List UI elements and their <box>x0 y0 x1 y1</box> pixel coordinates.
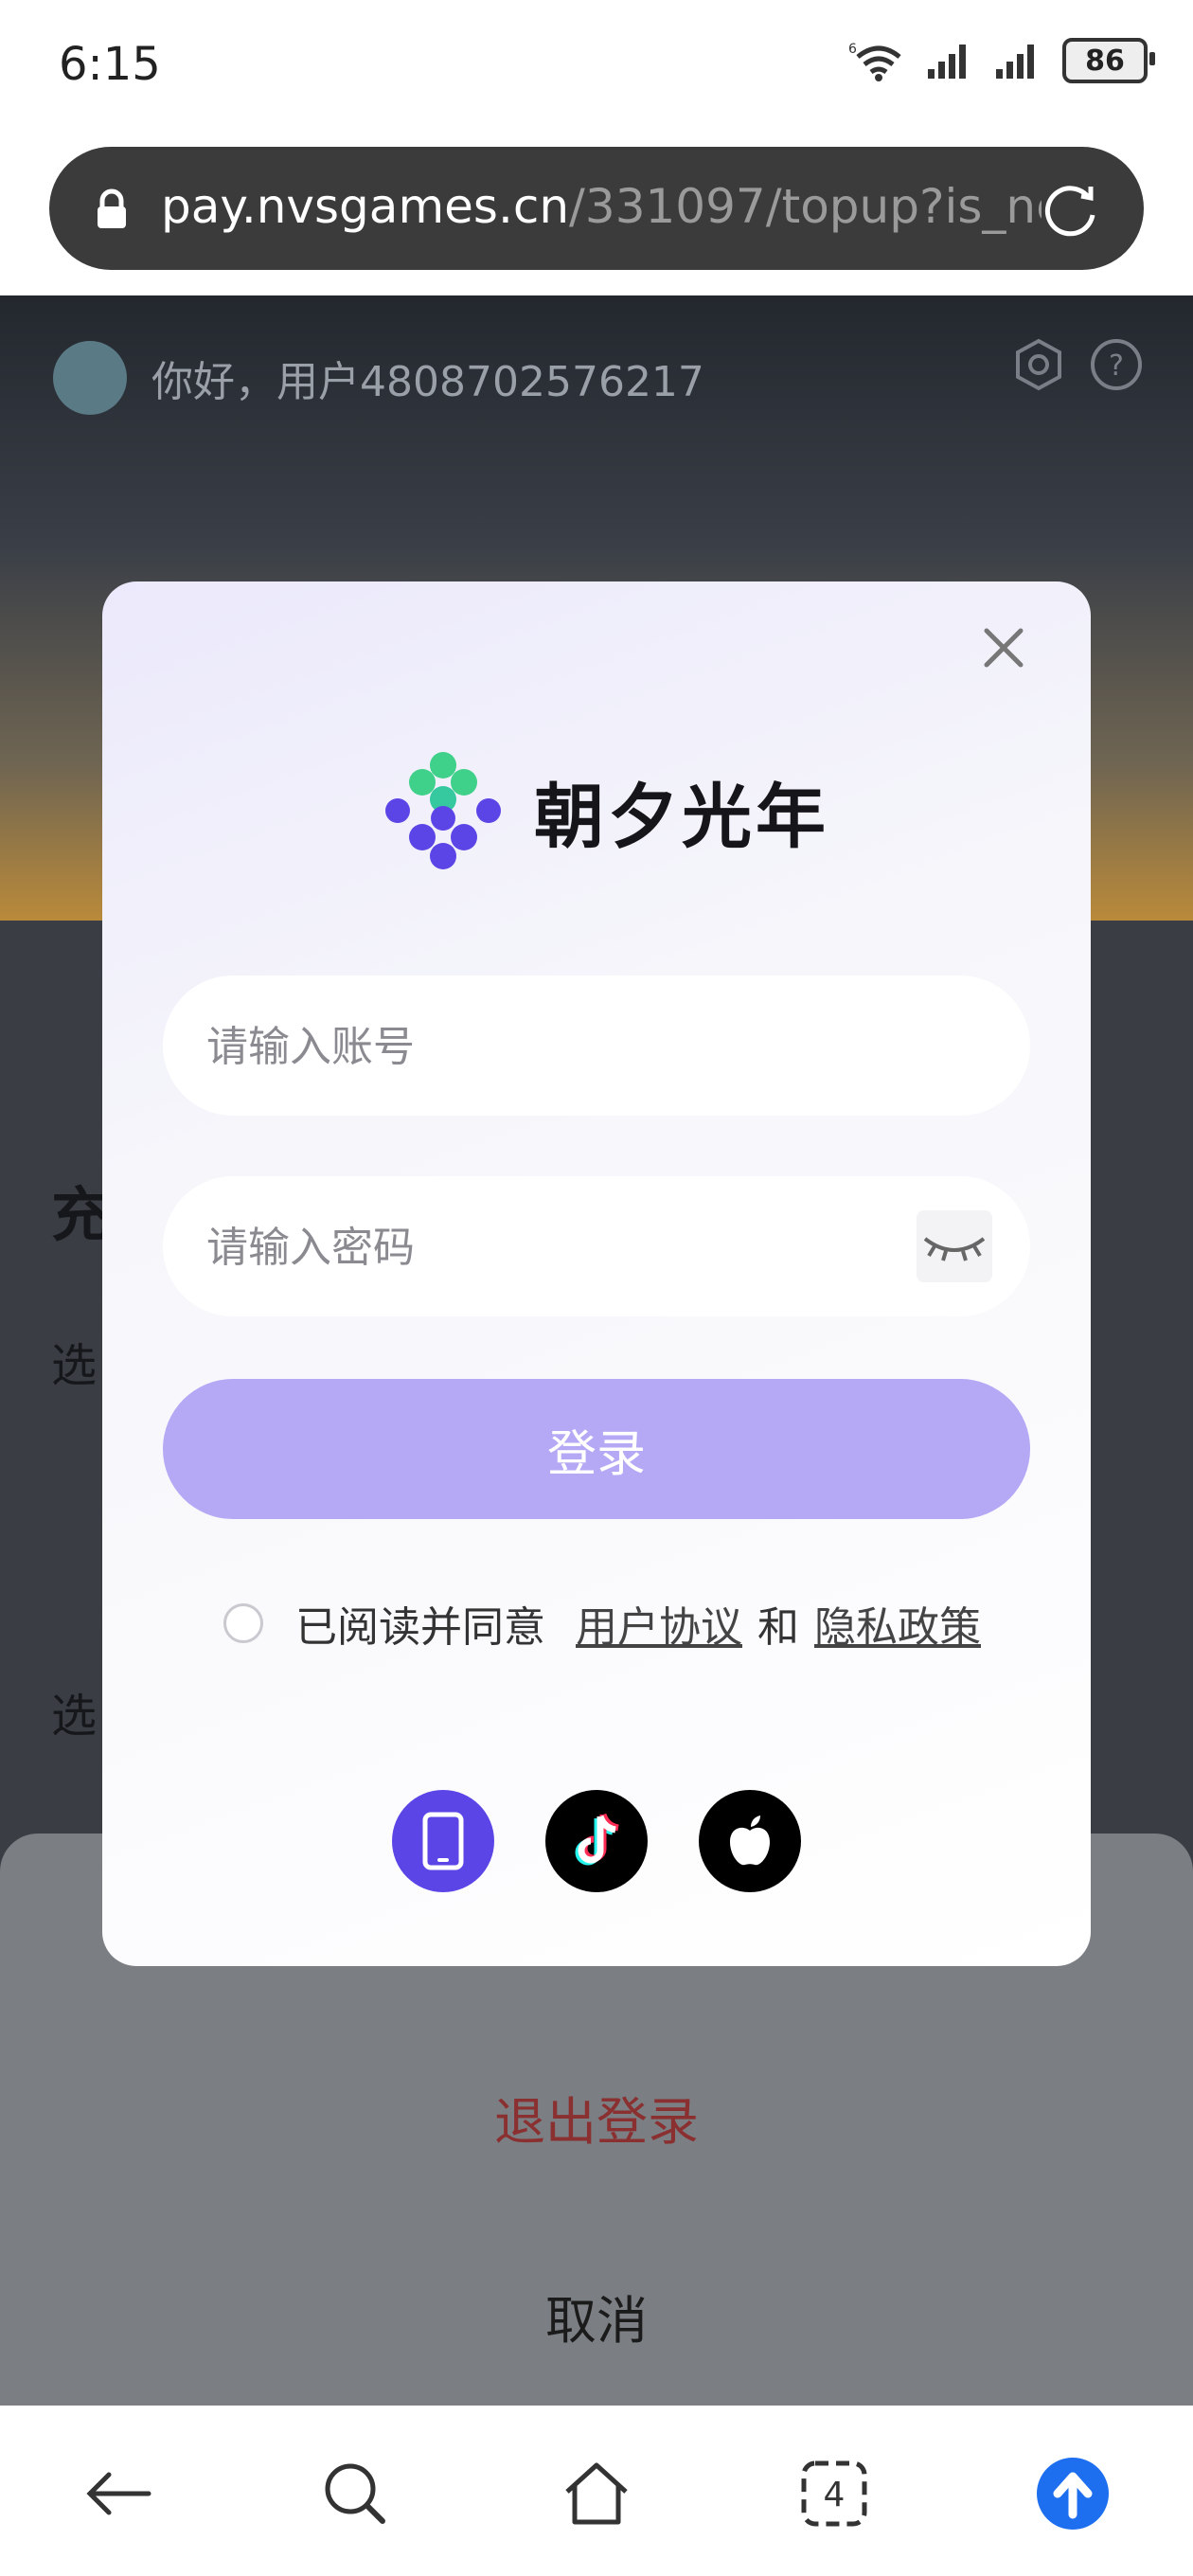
status-icons: 6 86 <box>846 38 1155 83</box>
apple-icon <box>730 1816 770 1866</box>
svg-text:6: 6 <box>848 42 857 57</box>
login-button[interactable]: 登录 <box>163 1379 1030 1519</box>
signal-icon-2 <box>996 45 1034 79</box>
eye-closed-icon <box>923 1237 986 1261</box>
brand-logo: 朝夕光年 <box>377 744 829 877</box>
section-label-1: 选 <box>51 1339 98 1392</box>
url-path: /331097/topup?is_new <box>569 179 1042 234</box>
status-time: 6:15 <box>59 38 161 91</box>
tabs-icon: 4 <box>801 2460 867 2527</box>
logout-button[interactable]: 退出登录 <box>0 2080 1193 2155</box>
section-heading: 充 <box>51 1180 111 1249</box>
signal-icon <box>928 45 966 79</box>
and-text: 和 <box>757 1603 799 1652</box>
user-agreement-link[interactable]: 用户协议 <box>576 1593 742 1654</box>
phone-icon <box>422 1812 464 1870</box>
brand-name: 朝夕光年 <box>534 776 829 858</box>
svg-text:?: ? <box>1109 349 1124 383</box>
wifi-icon: 6 <box>848 42 901 81</box>
search-button[interactable] <box>312 2451 398 2536</box>
close-icon[interactable] <box>975 619 1032 676</box>
show-password-toggle[interactable] <box>917 1210 992 1282</box>
help-icon[interactable]: ? <box>1089 337 1144 392</box>
user-greeting: 你好，用户4808702576217 <box>53 341 704 415</box>
agreement-checkbox[interactable] <box>223 1603 263 1643</box>
status-bar: 6:15 6 86 <box>0 0 1193 137</box>
address-bar[interactable]: pay.nvsgames.cn/331097/topup?is_new <box>49 147 1144 270</box>
reload-icon[interactable] <box>1040 177 1102 240</box>
browser-nav-bar: 4 <box>0 2406 1193 2576</box>
login-modal: 朝夕光年 登录 已阅读并同意 用户协议 和 隐私政策 <box>102 581 1091 1966</box>
brand-logo-icon <box>385 752 501 869</box>
greeting-text: 你好，用户4808702576217 <box>151 358 704 406</box>
battery-indicator: 86 <box>1062 38 1155 83</box>
tabs-button[interactable]: 4 <box>792 2451 877 2536</box>
upload-button[interactable] <box>1030 2451 1115 2536</box>
settings-icon[interactable] <box>1011 337 1066 392</box>
phone-login-button[interactable] <box>392 1790 494 1892</box>
home-icon <box>565 2462 628 2525</box>
password-input[interactable] <box>205 1176 947 1318</box>
upload-icon <box>1037 2458 1109 2530</box>
tiktok-icon <box>575 1813 619 1866</box>
search-icon <box>325 2463 385 2524</box>
apple-login-button[interactable] <box>699 1790 801 1892</box>
privacy-policy-link[interactable]: 隐私政策 <box>814 1593 981 1654</box>
password-field[interactable] <box>163 1176 1030 1318</box>
home-button[interactable] <box>554 2451 639 2536</box>
agreement-row: 已阅读并同意 用户协议 和 隐私政策 <box>223 1593 981 1654</box>
account-field[interactable] <box>163 975 1030 1118</box>
agreement-text: 已阅读并同意 <box>295 1603 545 1652</box>
lock-icon <box>98 188 126 228</box>
tiktok-login-button[interactable] <box>545 1790 648 1892</box>
back-arrow-icon <box>86 2472 151 2515</box>
cancel-button[interactable]: 取消 <box>0 2279 1193 2353</box>
avatar[interactable] <box>53 341 127 415</box>
back-button[interactable] <box>76 2451 161 2536</box>
url-text[interactable]: pay.nvsgames.cn/331097/topup?is_new <box>161 179 1042 234</box>
section-label-2: 选 <box>51 1690 98 1743</box>
svg-text:4: 4 <box>824 2476 846 2514</box>
url-domain: pay.nvsgames.cn <box>161 179 570 234</box>
account-input[interactable] <box>205 975 947 1118</box>
battery-level: 86 <box>1085 44 1125 78</box>
banner-actions: ? <box>1011 337 1144 392</box>
